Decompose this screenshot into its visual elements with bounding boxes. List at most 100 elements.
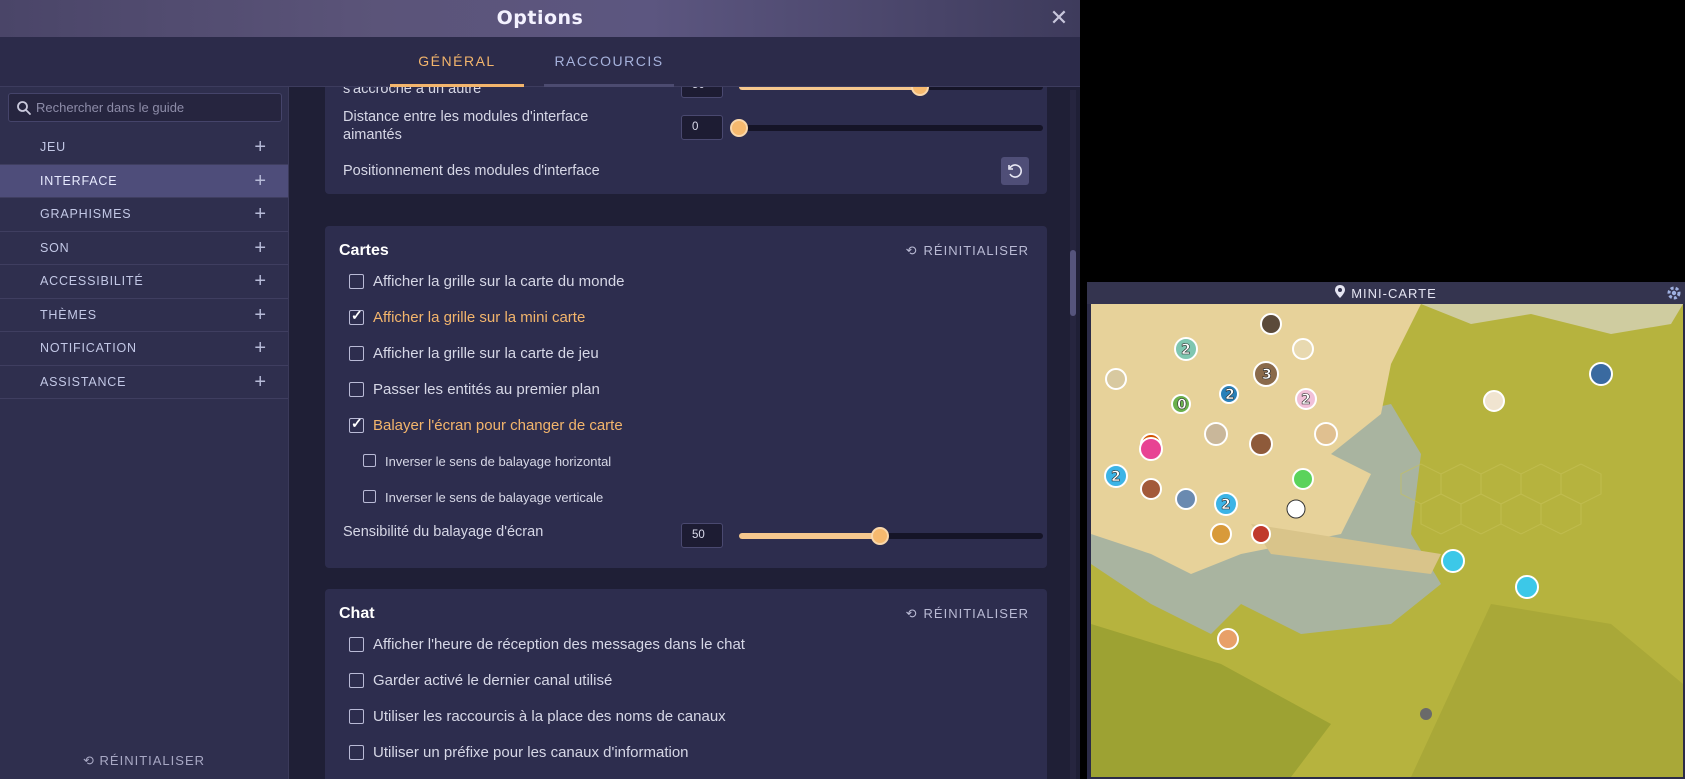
sensitivity-value-field[interactable]: 50 <box>681 523 723 548</box>
tab-general[interactable]: GÉNÉRAL <box>390 37 524 87</box>
checkbox[interactable] <box>363 490 376 503</box>
chat-title: Chat <box>339 605 375 622</box>
search-box[interactable] <box>8 93 282 122</box>
checkbox[interactable] <box>349 745 364 760</box>
marker-count: 2 <box>1111 469 1121 485</box>
partial-slider[interactable] <box>739 87 1043 96</box>
sidebar-reset-button[interactable]: ⟲ RÉINITIALISER <box>0 753 288 769</box>
slider-thumb[interactable] <box>730 119 748 137</box>
sidebar-item-son[interactable]: SON + <box>0 232 288 265</box>
reset-icon: ⟲ <box>905 606 918 621</box>
settings-scrollbar[interactable] <box>1070 90 1076 779</box>
checkbox[interactable] <box>349 307 364 325</box>
marker-count: 2 <box>1181 342 1191 358</box>
reset-icon: ⟲ <box>905 243 918 258</box>
sidebar-item-interface[interactable]: INTERFACE + <box>0 164 288 198</box>
plus-icon[interactable]: + <box>254 338 266 358</box>
option-label: Inverser le sens de balayage horizontal <box>385 454 612 469</box>
title-bar: Options ✕ <box>0 0 1080 37</box>
marker-count: 0 <box>1177 397 1187 413</box>
option-label: Afficher la grille sur la carte du monde <box>373 273 625 290</box>
sidebar-item-themes[interactable]: THÈMES + <box>0 299 288 332</box>
cartes-reset-button[interactable]: ⟲ RÉINITIALISER <box>906 243 1029 259</box>
marker-count: 3 <box>1262 367 1272 383</box>
sidebar-item-label: JEU <box>40 140 67 154</box>
positioning-label: Positionnement des modules d'interface <box>343 163 600 179</box>
distance-label: Distance entre les modules d'interface a… <box>343 109 589 143</box>
slider-thumb[interactable] <box>911 87 929 96</box>
checkbox[interactable] <box>349 415 364 433</box>
nav-list: JEU + INTERFACE + GRAPHISMES + SON + ACC… <box>0 131 288 399</box>
checkbox[interactable] <box>349 346 364 361</box>
sidebar-item-label: ACCESSIBILITÉ <box>40 274 144 288</box>
reset-label: RÉINITIALISER <box>923 243 1029 258</box>
slider-thumb[interactable] <box>871 527 889 545</box>
window-title: Options <box>496 7 584 29</box>
marker-count: 2 <box>1221 497 1231 513</box>
partial-value-field[interactable]: 50 <box>681 87 723 98</box>
sidebar-item-accessibilite[interactable]: ACCESSIBILITÉ + <box>0 265 288 299</box>
minimap-header[interactable]: MINI-CARTE <box>1087 282 1685 304</box>
checkbox[interactable] <box>349 709 364 724</box>
sidebar-item-label: INTERFACE <box>40 173 118 188</box>
checkbox[interactable] <box>363 454 376 467</box>
option-label: Inverser le sens de balayage verticale <box>385 490 604 505</box>
gear-icon[interactable] <box>1665 284 1683 302</box>
option-label: Utiliser un préfixe pour les canaux d'in… <box>373 744 689 761</box>
distance-value-field[interactable]: 0 <box>681 115 723 140</box>
minimap-title: MINI-CARTE <box>1087 285 1685 301</box>
checkbox[interactable] <box>349 673 364 688</box>
plus-icon[interactable]: + <box>254 204 266 224</box>
tab-bar: GÉNÉRAL RACCOURCIS <box>0 37 1080 87</box>
reset-icon: ⟲ <box>83 753 95 768</box>
plus-icon[interactable]: + <box>254 171 266 191</box>
slider-fill <box>739 87 920 90</box>
sidebar-item-label: NOTIFICATION <box>40 341 137 355</box>
sidebar-item-label: THÈMES <box>40 307 97 322</box>
option-label: Afficher la grille sur la mini carte <box>373 309 586 326</box>
sidebar: JEU + INTERFACE + GRAPHISMES + SON + ACC… <box>0 87 289 779</box>
search-icon <box>17 101 31 115</box>
sidebar-item-label: SON <box>40 240 70 255</box>
plus-icon[interactable]: + <box>254 238 266 258</box>
sidebar-item-jeu[interactable]: JEU + <box>0 131 288 165</box>
plus-icon[interactable]: + <box>254 372 266 392</box>
sidebar-item-notification[interactable]: NOTIFICATION + <box>0 332 288 366</box>
chat-card: Chat ⟲ RÉINITIALISER Afficher l'heure de … <box>325 589 1047 779</box>
interface-modules-card: s'accroche à un autre 50 Distance entre … <box>325 87 1047 194</box>
plus-icon[interactable]: + <box>254 137 266 157</box>
scroll-thumb[interactable] <box>1070 250 1076 316</box>
sidebar-reset-label: RÉINITIALISER <box>99 753 205 768</box>
sidebar-item-label: ASSISTANCE <box>40 374 127 389</box>
sidebar-item-label: GRAPHISMES <box>40 207 132 221</box>
minimap-title-text: MINI-CARTE <box>1351 286 1437 301</box>
minimap-view[interactable]: 2 0 2 3 2 2 2 <box>1091 304 1683 777</box>
checkbox[interactable] <box>349 382 364 397</box>
sidebar-item-assistance[interactable]: ASSISTANCE + <box>0 366 288 399</box>
tab-raccourcis[interactable]: RACCOURCIS <box>544 37 674 87</box>
sensitivity-slider[interactable] <box>739 527 1043 545</box>
close-icon[interactable]: ✕ <box>1048 7 1070 29</box>
option-label: Balayer l'écran pour changer de carte <box>373 417 623 434</box>
marker-count: 2 <box>1225 387 1235 403</box>
option-label: Garder activé le dernier canal utilisé <box>373 672 613 689</box>
cartes-card: Cartes ⟲ RÉINITIALISER Afficher la grille… <box>325 226 1047 568</box>
option-label: Afficher la grille sur la carte de jeu <box>373 345 599 362</box>
sensitivity-label: Sensibilité du balayage d'écran <box>343 524 544 540</box>
distance-slider[interactable] <box>730 119 1043 137</box>
option-label: Passer les entités au premier plan <box>373 381 600 398</box>
checkbox[interactable] <box>349 274 364 289</box>
options-window: Options ✕ GÉNÉRAL RACCOURCIS JEU + INTER… <box>0 0 1080 779</box>
search-input[interactable] <box>36 94 276 121</box>
checkbox[interactable] <box>349 637 364 652</box>
map-pin-icon <box>1335 285 1346 301</box>
partial-setting-label: s'accroche à un autre <box>343 87 482 97</box>
sidebar-item-graphismes[interactable]: GRAPHISMES + <box>0 198 288 232</box>
minimap-canvas: 2 0 2 3 2 2 2 <box>1091 304 1683 777</box>
chat-reset-button[interactable]: ⟲ RÉINITIALISER <box>906 606 1029 622</box>
option-label: Afficher l'heure de réception des messag… <box>373 636 745 653</box>
option-label: Utiliser les raccourcis à la place des n… <box>373 708 726 725</box>
positioning-reset-button[interactable] <box>1001 157 1029 185</box>
plus-icon[interactable]: + <box>254 305 266 325</box>
plus-icon[interactable]: + <box>254 271 266 291</box>
